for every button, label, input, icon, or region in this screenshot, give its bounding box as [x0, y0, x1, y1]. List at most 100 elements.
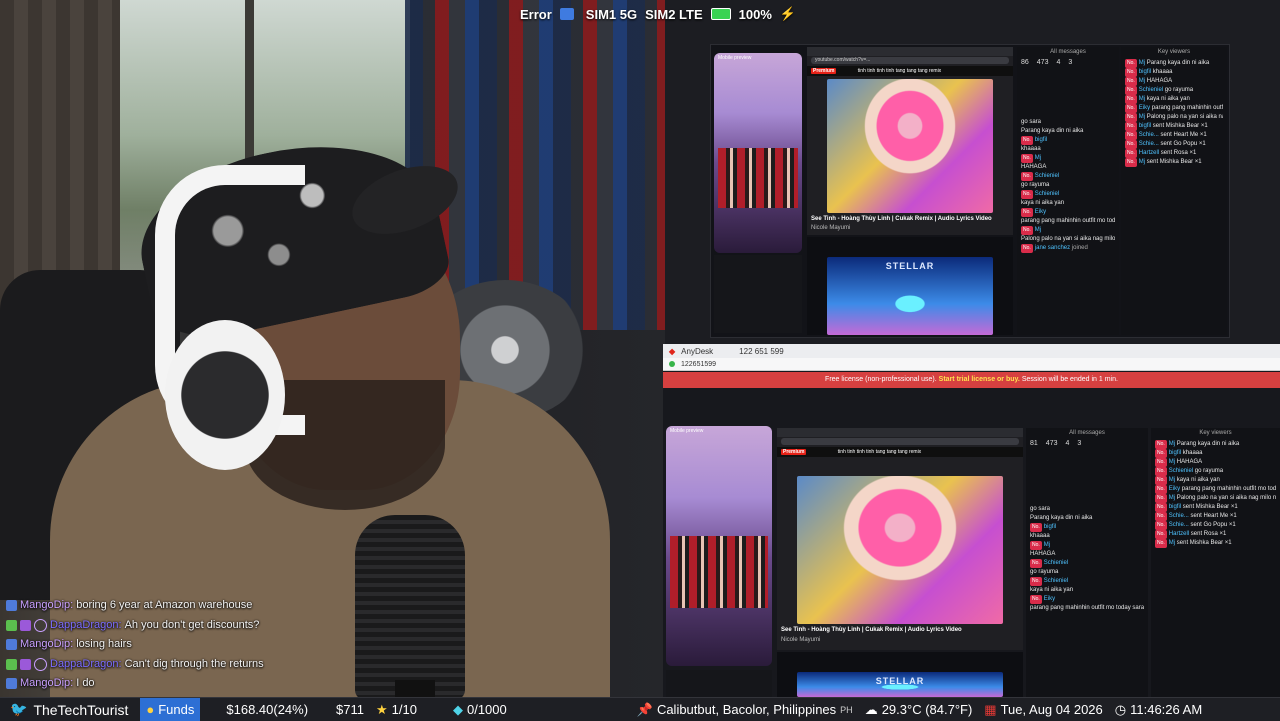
chat-text: parang pang mahinhin outfit mo today sar…	[1021, 218, 1115, 224]
chat-username[interactable]: Hartzell	[1169, 531, 1191, 537]
side-messages: No. Mj Parang kaya din ni aika No. bigfil k…	[1151, 438, 1280, 550]
anydesk-logo: ◆	[669, 346, 676, 356]
license-link[interactable]: Start trial license or buy.	[939, 376, 1020, 383]
chat-row: No.Mj Palong palo na yan si aika nag mil…	[1125, 113, 1223, 122]
chat-username[interactable]: Eiky	[1139, 105, 1152, 111]
chat-username[interactable]: Schieniel	[1044, 578, 1068, 584]
chat-username[interactable]: Eiky	[1169, 486, 1182, 492]
chat-username[interactable]: Mj	[1169, 459, 1177, 465]
overlay-message: I do	[76, 677, 95, 689]
chat-username[interactable]: Eiky	[1044, 596, 1055, 602]
chat-row: No. Schieniel go rayuma	[1125, 86, 1223, 95]
chat-username[interactable]: bigfil	[1044, 524, 1056, 530]
chat-username[interactable]: Mj	[1139, 96, 1147, 102]
chat-messages: go sara Parang kaya din ni aika No. bigfil …	[1017, 68, 1119, 255]
address-bar[interactable]	[781, 438, 1019, 445]
chat-username[interactable]: Schieniel	[1169, 468, 1195, 474]
key-viewers-panel: Key viewers No. Mj Parang kaya din ni aik…	[1121, 47, 1227, 335]
chat-username[interactable]: Mj	[1169, 477, 1177, 483]
twitter-icon: 🐦	[10, 701, 28, 717]
platform-icon	[6, 639, 17, 651]
chat-username[interactable]: Schieniel	[1044, 560, 1068, 566]
chat-row: kaya ni aika yan	[1021, 199, 1115, 208]
youtube-logo[interactable]: Premium	[811, 68, 837, 74]
chat-username[interactable]: bigfil	[1139, 69, 1153, 75]
overlay-message: boring 6 year at Amazon warehouse	[76, 599, 253, 611]
time-text: 11:46:26 AM	[1130, 702, 1203, 717]
channel-name[interactable]: Nicole Mayumi	[781, 637, 820, 643]
overlay-username: MangoDip:	[20, 638, 74, 650]
video-player[interactable]	[827, 79, 993, 213]
chat-username[interactable]: bigfil	[1035, 137, 1047, 143]
chat-username[interactable]: Mj	[1035, 227, 1041, 233]
sim2-label: SIM2 LTE	[645, 6, 703, 22]
chat-username[interactable]: Hartzell	[1139, 150, 1161, 156]
rank-badge: No.	[1155, 539, 1167, 548]
likes-count: 86	[1021, 59, 1029, 66]
browser-tabs[interactable]	[807, 47, 1013, 56]
rank-badge: No.	[1125, 149, 1137, 158]
chat-username[interactable]: Mj	[1139, 60, 1147, 66]
address-bar[interactable]: youtube.com/watch?v=...	[811, 57, 1009, 64]
chat-text: khaaaa	[1021, 146, 1041, 152]
video-player[interactable]	[797, 476, 1003, 624]
chat-username[interactable]: Mj	[1035, 155, 1041, 161]
chat-username[interactable]: Mj	[1139, 159, 1147, 165]
rank-badge: No.	[1125, 158, 1137, 167]
chat-text: Parang kaya din ni aika	[1176, 441, 1240, 447]
youtube-search[interactable]: tinh tinh tinh tinh tang tang tang remix	[858, 68, 941, 74]
chat-username[interactable]: Mj	[1169, 540, 1177, 546]
chat-text: joined	[1071, 245, 1088, 251]
chat-row: No. Schieniel	[1030, 559, 1144, 568]
chat-username[interactable]: Schie...	[1139, 132, 1161, 138]
channel-name[interactable]: Nicole Mayumi	[811, 225, 850, 231]
rank-badge: No.	[1155, 530, 1167, 539]
anydesk-id-tab[interactable]: 122 651 599	[739, 347, 784, 356]
overlay-chat-row: DappaDragon: Can't dig through the return…	[6, 655, 264, 675]
chat-row: Palong palo na yan si aika nag milo na	[1021, 235, 1115, 244]
mobile-preview: Mobile preview	[666, 426, 772, 666]
chat-username[interactable]: Schieniel	[1035, 191, 1059, 197]
chat-text: Palong palo na yan si aika nag milo na	[1146, 114, 1223, 120]
chat-username[interactable]: Schie...	[1139, 141, 1161, 147]
chat-row: No. jane sanchez joined	[1021, 244, 1115, 253]
chat-username[interactable]: Mj	[1169, 441, 1177, 447]
chat-username[interactable]: Schie...	[1169, 513, 1191, 519]
chat-row: kaya ni aika yan	[1030, 586, 1144, 595]
chat-username[interactable]: Schieniel	[1139, 87, 1165, 93]
chat-username[interactable]: bigfil	[1139, 123, 1153, 129]
viewer-count: 473	[1045, 440, 1058, 447]
funds-label: Funds	[158, 702, 195, 717]
chat-row: No. bigfil sent Mishka Bear ×1	[1125, 122, 1223, 131]
chat-username[interactable]: Mj	[1044, 542, 1050, 548]
stellar-text: STELLAR	[875, 676, 925, 686]
chat-text: sent Mishka Bear ×1	[1176, 540, 1232, 546]
chat-row: HAHAGA	[1030, 550, 1144, 559]
chat-username[interactable]: Mj	[1139, 78, 1147, 84]
chat-text: sent Rosa ×1	[1160, 150, 1197, 156]
chat-username[interactable]: Mj	[1139, 114, 1147, 120]
chat-text: sent Heart Me ×1	[1190, 513, 1237, 519]
charging-icon: ⚡	[779, 6, 797, 21]
chat-username[interactable]: Mj	[1169, 495, 1177, 501]
chat-username[interactable]: Schie...	[1169, 522, 1191, 528]
chat-username[interactable]: bigfil	[1169, 504, 1183, 510]
youtube-search[interactable]: tinh tinh tinh tinh tang tang tang remix	[838, 449, 921, 455]
date: ▦ Tue, Aug 04 2026	[978, 698, 1108, 721]
subscriber-badge-icon	[20, 619, 31, 631]
chat-username[interactable]: Eiky	[1035, 209, 1046, 215]
chat-text: go rayuma	[1030, 569, 1059, 575]
chat-row: No. Eiky	[1021, 208, 1115, 217]
cloud-icon: ☁	[864, 701, 878, 717]
chat-text: kaya ni aika yan	[1176, 477, 1220, 483]
chat-username[interactable]: bigfil	[1169, 450, 1183, 456]
microphone-arm	[395, 680, 435, 697]
chat-row: No. Mj	[1030, 541, 1144, 550]
browser-tabs[interactable]	[777, 428, 1023, 437]
live-performance-panel	[666, 670, 772, 697]
side-header: Key viewers	[1199, 430, 1232, 436]
youtube-logo[interactable]: Premium	[781, 449, 807, 455]
chat-username[interactable]: jane sanchez	[1035, 245, 1072, 251]
chat-username[interactable]: Schieniel	[1035, 173, 1059, 179]
overlay-username: MangoDip:	[20, 599, 74, 611]
